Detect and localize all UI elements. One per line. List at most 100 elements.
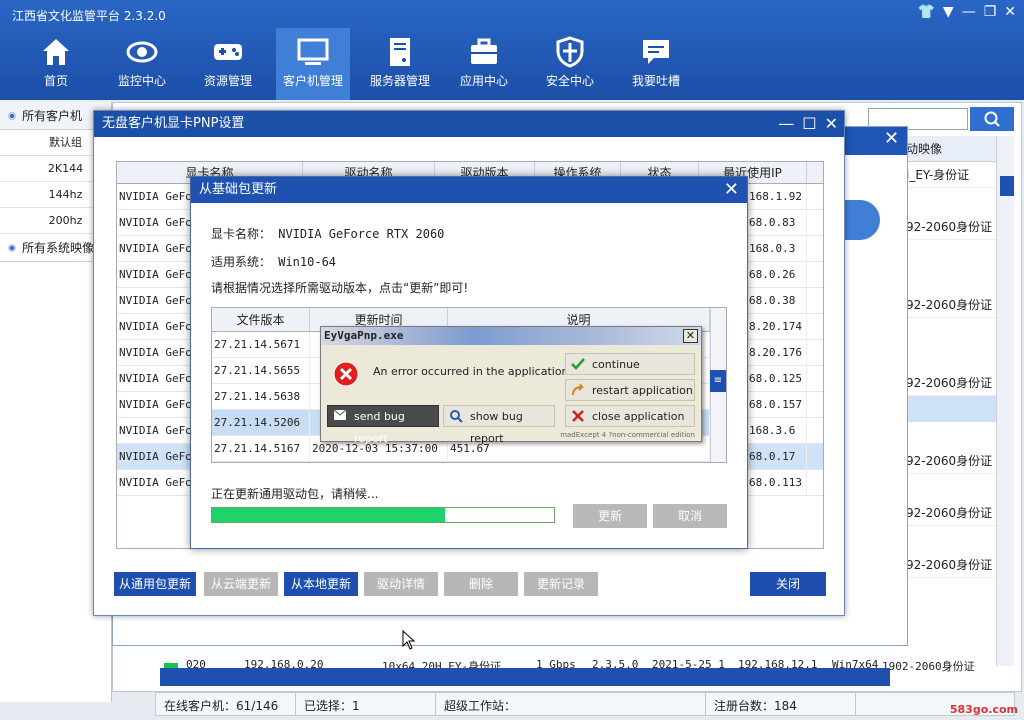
expand-icon: [8, 112, 16, 120]
button-label: close application: [592, 410, 685, 423]
driver-detail-button[interactable]: 驱动详情: [364, 572, 438, 596]
nav-label: 客户机管理: [282, 74, 343, 88]
nav-app-center[interactable]: 应用中心: [448, 28, 520, 100]
button-label: show bug report: [470, 410, 523, 445]
home-icon: [43, 39, 69, 65]
nav-label: 安全中心: [545, 74, 594, 88]
scroll-thumb[interactable]: ≡: [710, 370, 726, 392]
close-dialog-button[interactable]: 关闭: [750, 572, 826, 596]
progress-label: 正在更新通用驱动包，请稍候...: [211, 487, 379, 501]
scroll-thumb[interactable]: [1000, 176, 1014, 196]
update-log-button[interactable]: 更新记录: [524, 572, 598, 596]
cancel-button[interactable]: 取消: [653, 504, 727, 528]
error-message: An error occurred in the application.: [373, 365, 573, 378]
tree-label: 所有系统映像: [22, 241, 95, 255]
nav-server-management[interactable]: 服务器管理: [362, 28, 438, 100]
nav-client-management[interactable]: 客户机管理: [276, 28, 350, 100]
button-label: send bug report: [354, 410, 405, 445]
table-cell: 27.21.14.5655: [212, 358, 310, 383]
gpu-name-line: 显卡名称： NVIDIA GeForce RTX 2060: [211, 227, 445, 241]
close-button[interactable]: ✕: [825, 111, 838, 137]
minimize-button[interactable]: —: [778, 111, 794, 137]
dialog-title-bar: 从基础包更新: [191, 177, 747, 203]
close-button[interactable]: ✕: [683, 329, 698, 343]
restart-application-button[interactable]: restart application: [565, 379, 695, 401]
search-icon: [984, 111, 1000, 127]
button-label: restart application: [592, 384, 693, 397]
gamepad-icon: [214, 44, 242, 60]
tree-label: 所有客户机: [22, 109, 83, 123]
expand-icon: [8, 244, 16, 252]
watermark: 583go.com: [949, 703, 1018, 716]
monitor-icon: [297, 38, 329, 65]
app-title: 江西省文化监管平台 2.3.2.0: [12, 9, 166, 23]
maximize-button[interactable]: ❐: [984, 4, 997, 20]
registered-count: 注册台数：184: [706, 693, 856, 715]
table-cell: 27.21.14.5167: [212, 436, 310, 461]
continue-application-button[interactable]: continue application: [565, 353, 695, 393]
nav-label: 服务器管理: [369, 74, 430, 88]
update-from-local-button[interactable]: 从本地更新: [284, 572, 358, 596]
os-line: 适用系统： Win10-64: [211, 255, 337, 269]
status-bar: 在线客户机：61/146 已选择：1 超级工作站： 注册台数：184: [155, 692, 1015, 716]
update-button[interactable]: 更新: [573, 504, 647, 528]
online-count: 在线客户机：61/146: [156, 693, 296, 715]
menu-dropdown-icon[interactable]: ▼: [943, 4, 954, 20]
column-header[interactable]: 文件版本: [212, 308, 310, 331]
table-cell: 27.21.14.5638: [212, 384, 310, 409]
x-icon: [572, 410, 584, 422]
nav-label: 监控中心: [117, 74, 166, 88]
table-cell: 1902-2060身份证: [882, 660, 975, 673]
super-workstation: 超级工作站：: [436, 693, 706, 715]
nav-label: 资源管理: [203, 74, 252, 88]
update-from-cloud-button[interactable]: 从云端更新: [204, 572, 278, 596]
eye-icon: [126, 41, 158, 63]
chat-icon: [643, 40, 669, 64]
nav-label: 我要吐槽: [631, 74, 680, 88]
skin-icon[interactable]: 👕: [917, 4, 934, 20]
dialog-title: 从基础包更新: [199, 182, 278, 197]
dialog-title-bar: EyVgaPnp.exe: [321, 327, 701, 345]
shield-icon: [556, 36, 584, 68]
error-icon: [333, 361, 359, 387]
close-icon[interactable]: ✕: [884, 128, 899, 149]
nav-label: 应用中心: [459, 74, 508, 88]
dialog-title: EyVgaPnp.exe: [324, 329, 404, 342]
close-application-button[interactable]: close application: [565, 405, 695, 427]
briefcase-icon: [471, 38, 497, 64]
footer-text: madExcept 4 ?non-commercial edition: [560, 431, 695, 439]
vertical-scrollbar[interactable]: [996, 136, 1014, 666]
mouse-cursor-icon: [402, 630, 416, 650]
nav-monitor-center[interactable]: 监控中心: [106, 28, 178, 100]
progress-bar: [211, 507, 555, 523]
mail-icon: [333, 409, 347, 420]
nav-feedback[interactable]: 我要吐槽: [620, 28, 692, 100]
table-cell: 27.21.14.5206: [212, 410, 310, 435]
check-icon: [571, 358, 585, 370]
minimize-button[interactable]: —: [962, 4, 976, 20]
horizontal-scrollbar[interactable]: [160, 668, 890, 686]
dialog-title-bar: 无盘客户机显卡PNP设置 — ☐ ✕: [94, 111, 844, 137]
table-cell: 27.21.14.5671: [212, 332, 310, 357]
nav-resource-management[interactable]: 资源管理: [192, 28, 264, 100]
server-icon: [390, 38, 410, 66]
magnifier-icon: [450, 410, 463, 423]
update-from-common-button[interactable]: 从通用包更新: [114, 572, 196, 596]
progress-fill: [212, 508, 445, 522]
window-controls: 👕 ▼ — ❐ ✕: [917, 4, 1016, 20]
close-button[interactable]: ✕: [724, 179, 739, 200]
error-dialog: EyVgaPnp.exe ✕ An error occurred in the …: [320, 326, 702, 445]
instruction-text: 请根据情况选择所需驱动版本，点击“更新”即可!: [211, 281, 469, 295]
delete-button[interactable]: 删除: [444, 572, 518, 596]
nav-label: 首页: [43, 74, 68, 88]
send-bug-report-button[interactable]: send bug report: [327, 405, 439, 445]
dialog-title: 无盘客户机显卡PNP设置: [102, 116, 245, 131]
nav-home[interactable]: 首页: [20, 28, 92, 100]
close-button[interactable]: ✕: [1004, 4, 1016, 20]
search-button[interactable]: [970, 107, 1014, 131]
maximize-button[interactable]: ☐: [802, 111, 816, 137]
show-bug-report-button[interactable]: show bug report: [443, 405, 555, 445]
restart-icon: [572, 383, 584, 396]
selected-count: 已选择：1: [296, 693, 436, 715]
nav-security-center[interactable]: 安全中心: [534, 28, 606, 100]
